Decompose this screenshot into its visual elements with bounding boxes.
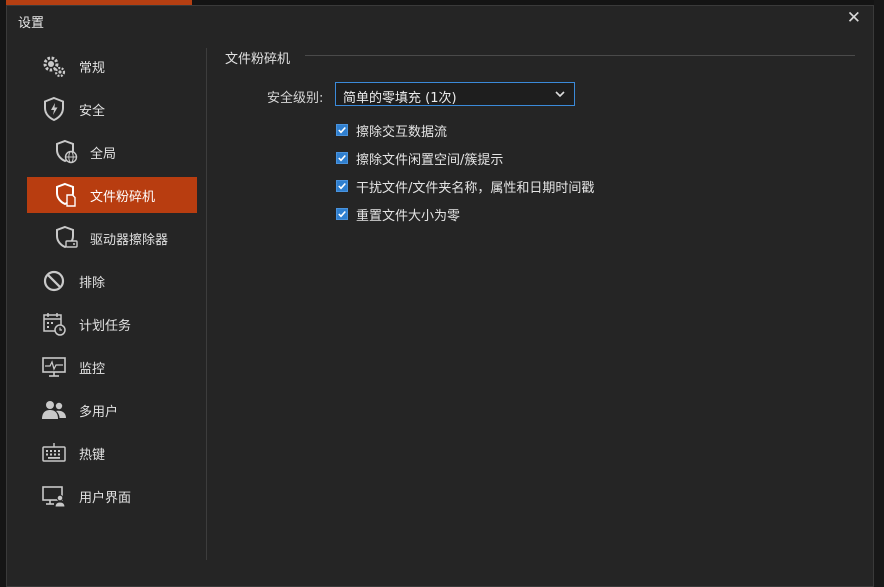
settings-sidebar: 常规 安全 全局 文件粉碎机 驱动器擦除器 排除 计划任务 监控 多用户 热键 …	[27, 48, 197, 521]
sidebar-item-hotkeys[interactable]: 热键	[27, 435, 197, 471]
sidebar-item-global[interactable]: 全局	[27, 134, 197, 170]
sidebar-item-user-interface[interactable]: 用户界面	[27, 478, 197, 514]
option-wipe-slack-space[interactable]: 擦除文件闲置空间/簇提示	[336, 149, 504, 168]
chevron-down-icon	[554, 88, 566, 104]
option-label: 擦除文件闲置空间/簇提示	[356, 152, 504, 168]
shield-file-icon	[53, 182, 79, 208]
users-icon	[41, 397, 67, 423]
checkbox-checked[interactable]	[336, 180, 348, 192]
title-bar: 设置 ✕	[7, 6, 873, 32]
sidebar-item-label: 常规	[79, 60, 106, 76]
option-label: 干扰文件/文件夹名称，属性和日期时间戳	[356, 180, 595, 196]
option-scramble-names[interactable]: 干扰文件/文件夹名称，属性和日期时间戳	[336, 177, 595, 196]
sidebar-item-drive-wiper[interactable]: 驱动器擦除器	[27, 220, 197, 256]
sidebar-item-label: 全局	[90, 146, 117, 162]
checkbox-checked[interactable]	[336, 208, 348, 220]
sidebar-item-file-shredder[interactable]: 文件粉碎机	[27, 177, 197, 213]
dialog-title: 设置	[18, 16, 45, 31]
checkbox-checked[interactable]	[336, 152, 348, 164]
sidebar-item-label: 驱动器擦除器	[90, 232, 169, 248]
gears-icon	[41, 53, 67, 79]
sidebar-item-multi-user[interactable]: 多用户	[27, 392, 197, 428]
sidebar-item-label: 多用户	[79, 404, 119, 420]
shield-bolt-icon	[41, 96, 67, 122]
sidebar-item-label: 安全	[79, 103, 106, 119]
security-level-select[interactable]: 简单的零填充 (1次)	[335, 82, 575, 106]
sidebar-item-label: 热键	[79, 447, 106, 463]
settings-dialog: 设置 ✕ 常规 安全 全局 文件粉碎机 驱动器擦除器 排除 计划任务 监控 多用…	[6, 5, 874, 587]
sidebar-item-general[interactable]: 常规	[27, 48, 197, 84]
option-reset-size[interactable]: 重置文件大小为零	[336, 205, 461, 224]
option-label: 重置文件大小为零	[356, 208, 461, 224]
sidebar-item-label: 用户界面	[79, 490, 132, 506]
monitor-user-icon	[41, 483, 67, 509]
sidebar-item-label: 计划任务	[79, 318, 132, 334]
sidebar-item-label: 排除	[79, 275, 106, 291]
close-icon[interactable]: ✕	[847, 8, 861, 28]
sidebar-item-exclusions[interactable]: 排除	[27, 263, 197, 299]
background-app-right	[874, 0, 884, 587]
sidebar-divider	[206, 48, 207, 560]
security-level-value: 简单的零填充 (1次)	[343, 91, 457, 106]
sidebar-item-label: 监控	[79, 361, 106, 377]
option-label: 擦除交互数据流	[356, 124, 448, 140]
shield-globe-icon	[53, 139, 79, 165]
sidebar-item-label: 文件粉碎机	[90, 189, 156, 205]
section-divider	[305, 55, 855, 56]
security-level-label: 安全级别:	[267, 91, 324, 106]
option-wipe-streams[interactable]: 擦除交互数据流	[336, 121, 448, 140]
calendar-clock-icon	[41, 311, 67, 337]
section-title: 文件粉碎机	[225, 52, 291, 67]
sidebar-item-monitoring[interactable]: 监控	[27, 349, 197, 385]
prohibit-icon	[41, 268, 67, 294]
shield-drive-icon	[53, 225, 79, 251]
keyboard-icon	[41, 440, 67, 466]
sidebar-item-security[interactable]: 安全	[27, 91, 197, 127]
sidebar-item-scheduled-tasks[interactable]: 计划任务	[27, 306, 197, 342]
checkbox-checked[interactable]	[336, 124, 348, 136]
monitor-pulse-icon	[41, 354, 67, 380]
